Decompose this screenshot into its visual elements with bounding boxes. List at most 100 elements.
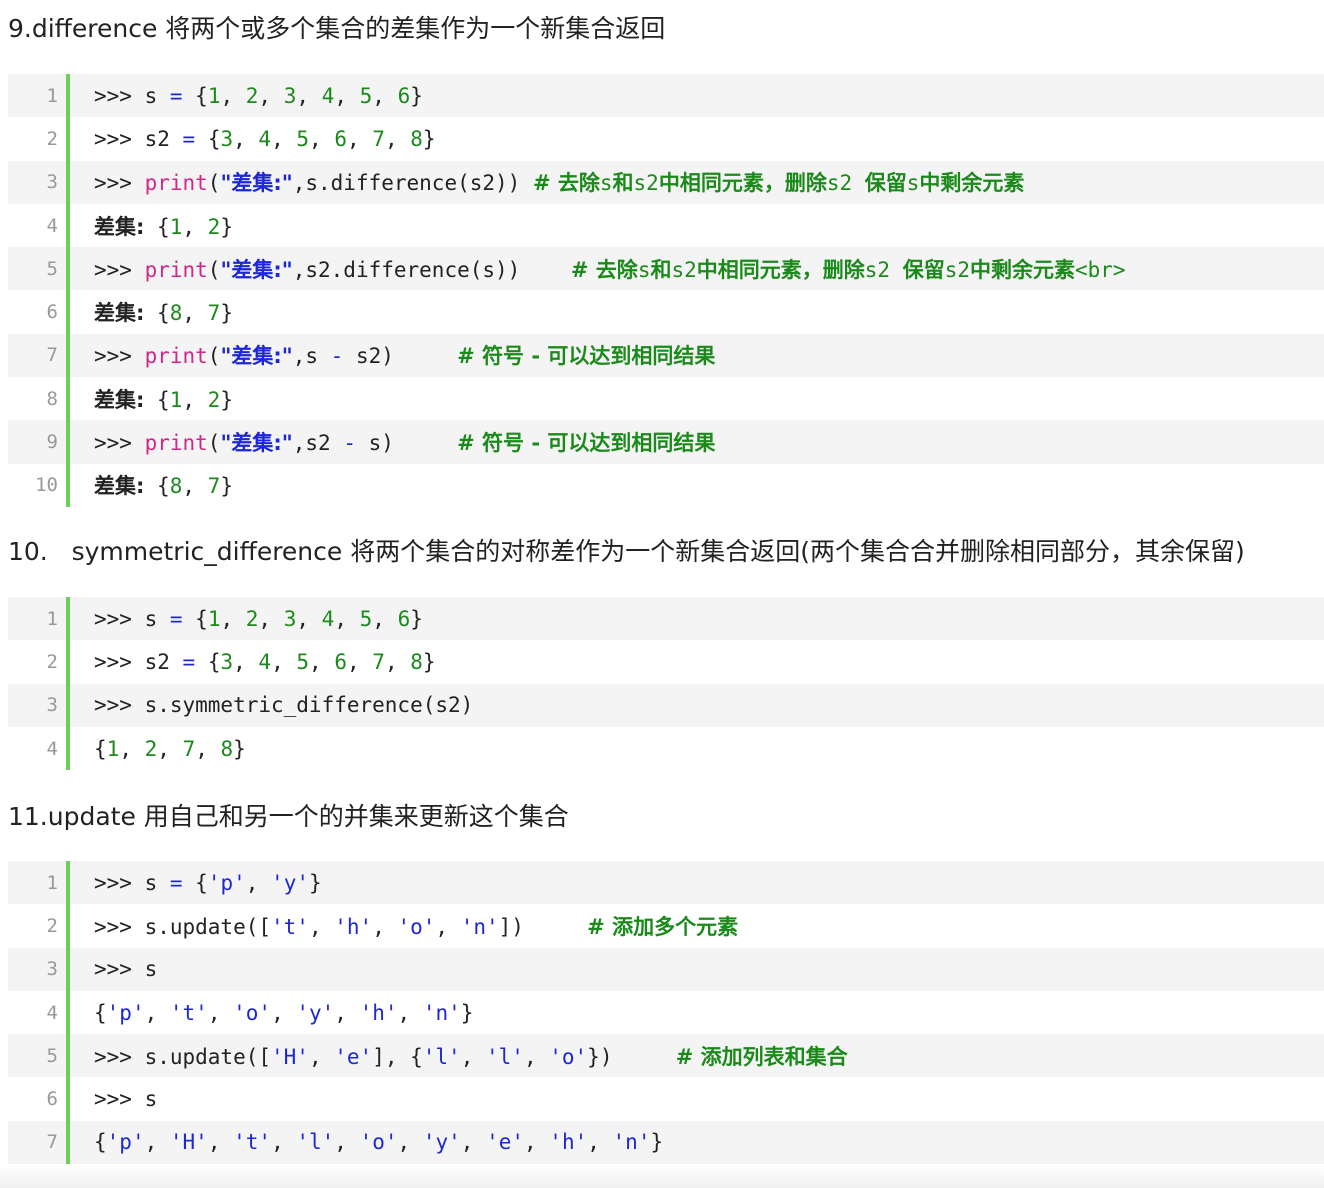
code-line: 7 >>> print("差集:",s - s2) # 符号 - 可以达到相同结果 (8, 333, 1324, 378)
code-token: >>> s2 (94, 649, 183, 674)
code-line: 2 >>> s2 = {3, 4, 5, 6, 7, 8} (8, 640, 1324, 684)
code-line: 9 >>> print("差集:",s2 - s) # 符号 - 可以达到相同结果 (8, 420, 1324, 464)
code-text: >>> print("差集:",s2 - s) # 符号 - 可以达到相同结果 (70, 427, 715, 457)
code-token: 'p' (106, 1000, 145, 1025)
code-token: 3 (220, 649, 234, 674)
code-token: s2 (826, 171, 865, 196)
code-token: 'y' (271, 870, 309, 895)
code-token: 3 (283, 606, 297, 631)
code-token: } (220, 301, 233, 326)
code-token: 'o' (359, 1130, 398, 1155)
code-token: 'H' (169, 1130, 208, 1155)
code-token: 't' (233, 1130, 272, 1155)
code-token: ,s2 (292, 431, 344, 456)
code-token: 2 (207, 387, 221, 412)
code-token: 'o' (397, 914, 436, 939)
code-token: 5 (296, 649, 310, 674)
code-token: } (220, 387, 233, 412)
code-token: 保留 (864, 171, 907, 196)
line-number: 3 (46, 694, 58, 717)
code-token: 差集: (94, 301, 145, 326)
line-number: 1 (46, 607, 58, 630)
code-token: , (384, 649, 411, 674)
code-token: , (271, 649, 297, 674)
section-heading-difference: 9.difference 将两个或多个集合的差集作为一个新集合返回 (8, 14, 666, 43)
code-token: 'e' (334, 1044, 373, 1069)
code-token: , (334, 83, 360, 108)
code-token: } (233, 736, 246, 761)
code-token: s (906, 171, 920, 196)
code-token: 1 (207, 83, 221, 108)
code-token: } (308, 870, 322, 895)
line-number: 5 (46, 1044, 58, 1067)
code-token: 8 (410, 649, 423, 674)
line-number: 7 (46, 1131, 58, 1154)
code-line: 4 差集: {1, 2} (8, 203, 1324, 248)
code-token: ( (207, 257, 221, 282)
code-token: , (182, 301, 208, 326)
code-token: 5 (359, 83, 373, 108)
code-token: 和 (612, 171, 634, 196)
code-token: >>> s.update([ (94, 1044, 272, 1069)
code-token: 4 (258, 649, 272, 674)
code-line: 3 >>> print("差集:",s.difference(s2)) # 去除s… (8, 160, 1324, 204)
code-token: 1 (169, 214, 183, 239)
code-block-symmetric-difference: 1 >>> s = {1, 2, 3, 4, 5, 6} 2 >>> s2 = {3,… (8, 597, 1324, 771)
code-token: "差集:" (220, 257, 293, 282)
code-text: >>> s.update(['H', 'e'], {'l', 'l', 'o'}… (70, 1041, 848, 1071)
code-token: , (346, 126, 373, 151)
code-token: { (182, 83, 208, 108)
code-token: , (271, 1130, 297, 1155)
code-token: - (343, 431, 356, 456)
line-number: 6 (46, 1088, 58, 1111)
code-token: # 添加列表和集合 (675, 1044, 848, 1069)
code-token: # 符号 - 可以达到相同结果 (457, 431, 716, 456)
code-token: print (144, 257, 208, 282)
code-line: 1 >>> s = {'p', 'y'} (8, 861, 1324, 905)
code-token: 8 (169, 301, 183, 326)
code-token: , (524, 1130, 550, 1155)
code-token: # 符号 - 可以达到相同结果 (457, 344, 716, 369)
code-token: 差集: (94, 214, 145, 239)
code-token: "差集:" (220, 171, 293, 196)
line-number: 4 (46, 737, 58, 760)
code-token: 'l' (422, 1044, 461, 1069)
code-token: 'p' (106, 1130, 145, 1155)
code-token: 中剩余元素 (919, 171, 1025, 196)
code-token: 2 (245, 606, 259, 631)
line-number: 3 (46, 958, 58, 981)
code-token: 'h' (334, 914, 373, 939)
code-token: 't' (271, 914, 309, 939)
code-text: >>> print("差集:",s2.difference(s)) # 去除s和… (70, 254, 1126, 284)
code-text: >>> s = {1, 2, 3, 4, 5, 6} (70, 607, 423, 631)
code-token: 8 (169, 474, 183, 499)
line-number: 2 (46, 650, 58, 673)
code-token: { (94, 736, 107, 761)
code-token: , (372, 914, 398, 939)
code-text: >>> s.symmetric_difference(s2) (70, 693, 473, 717)
code-token: = (169, 83, 183, 108)
code-token: 7 (207, 301, 221, 326)
code-line: 1 >>> s = {1, 2, 3, 4, 5, 6} (8, 74, 1324, 118)
code-token: 4 (258, 126, 272, 151)
code-token: 6 (334, 126, 347, 151)
code-token: , (233, 649, 259, 674)
line-number: 6 (46, 301, 58, 324)
code-token: } (460, 1000, 474, 1025)
code-line: 10 差集: {8, 7} (8, 463, 1324, 507)
code-token: { (144, 387, 170, 412)
code-block-update: 1 >>> s = {'p', 'y'} 2 >>> s.update(['t', '… (8, 861, 1324, 1165)
code-token: , (309, 126, 335, 151)
line-number: 3 (46, 171, 58, 194)
code-token: # 去除 (570, 257, 638, 282)
code-token: 'y' (422, 1130, 461, 1155)
code-token: 3 (283, 83, 297, 108)
code-token: >>> s (94, 606, 170, 631)
code-token: , (460, 1044, 486, 1069)
line-number: 2 (46, 127, 58, 150)
code-token: , (308, 914, 335, 939)
code-line: 4 {1, 2, 7, 8} (8, 726, 1324, 771)
code-token: , (258, 606, 284, 631)
code-token: print (144, 431, 208, 456)
code-token: 'e' (486, 1130, 524, 1155)
